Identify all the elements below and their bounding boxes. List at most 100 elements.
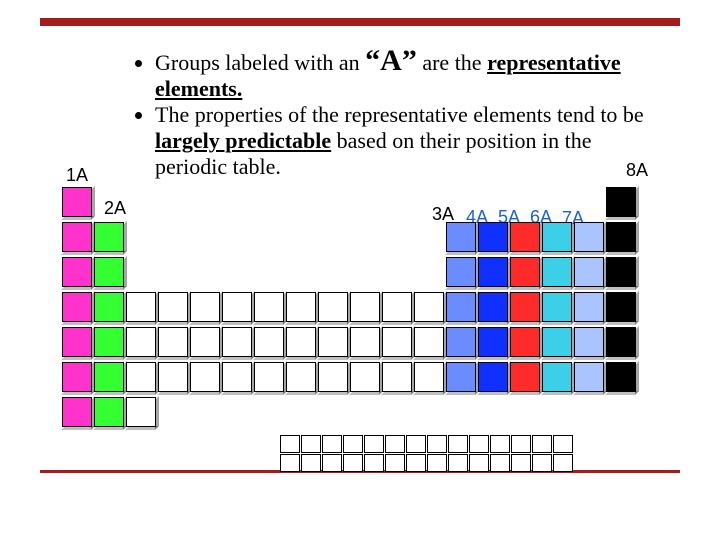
fcell-r1-c8 bbox=[448, 454, 468, 472]
fcell-r1-c10 bbox=[490, 454, 510, 472]
cell-r5-c12 bbox=[446, 362, 476, 392]
cell-r2-c14 bbox=[510, 257, 540, 287]
cell-r4-c14 bbox=[510, 327, 540, 357]
fcell-r1-c2 bbox=[322, 454, 342, 472]
cell-r3-c0 bbox=[62, 292, 92, 322]
fcell-r0-c4 bbox=[364, 435, 384, 453]
cell-r4-c7 bbox=[286, 327, 316, 357]
cell-r3-c9 bbox=[350, 292, 380, 322]
label-2A: 2A bbox=[104, 198, 126, 219]
bullet1-pre: Groups labeled with an bbox=[155, 50, 365, 75]
cell-r2-c15 bbox=[542, 257, 572, 287]
cell-r1-c17 bbox=[606, 222, 636, 252]
fcell-r0-c7 bbox=[427, 435, 447, 453]
cell-r3-c6 bbox=[254, 292, 284, 322]
label-1A: 1A bbox=[66, 165, 88, 186]
cell-r5-c3 bbox=[158, 362, 188, 392]
cell-r1-c1 bbox=[94, 222, 124, 252]
cell-r5-c13 bbox=[478, 362, 508, 392]
cell-r4-c1 bbox=[94, 327, 124, 357]
cell-r3-c11 bbox=[414, 292, 444, 322]
fcell-r0-c8 bbox=[448, 435, 468, 453]
cell-r4-c2 bbox=[126, 327, 156, 357]
cell-r5-c8 bbox=[318, 362, 348, 392]
cell-r2-c12 bbox=[446, 257, 476, 287]
top-accent-bar bbox=[40, 18, 680, 26]
cell-r4-c6 bbox=[254, 327, 284, 357]
fcell-r0-c6 bbox=[406, 435, 426, 453]
fcell-r1-c5 bbox=[385, 454, 405, 472]
cell-r5-c0 bbox=[62, 362, 92, 392]
bullet2-mid: largely predictable bbox=[155, 128, 331, 153]
cell-r5-c6 bbox=[254, 362, 284, 392]
cell-r5-c5 bbox=[222, 362, 252, 392]
bullet1-quote-A: “A” bbox=[365, 44, 417, 77]
cell-r1-c13 bbox=[478, 222, 508, 252]
fcell-r0-c11 bbox=[511, 435, 531, 453]
cell-r3-c1 bbox=[94, 292, 124, 322]
cell-r5-c11 bbox=[414, 362, 444, 392]
bullet-text: Groups labeled with an “A” are the repre… bbox=[135, 48, 665, 180]
cell-r3-c10 bbox=[382, 292, 412, 322]
fcell-r1-c4 bbox=[364, 454, 384, 472]
cell-r5-c7 bbox=[286, 362, 316, 392]
cell-r3-c12 bbox=[446, 292, 476, 322]
cell-r2-c17 bbox=[606, 257, 636, 287]
cell-r1-c12 bbox=[446, 222, 476, 252]
cell-r5-c14 bbox=[510, 362, 540, 392]
fcell-r0-c12 bbox=[532, 435, 552, 453]
cell-r5-c17 bbox=[606, 362, 636, 392]
fcell-r1-c3 bbox=[343, 454, 363, 472]
cell-r3-c15 bbox=[542, 292, 572, 322]
cell-r3-c17 bbox=[606, 292, 636, 322]
cell-r3-c8 bbox=[318, 292, 348, 322]
cell-r5-c1 bbox=[94, 362, 124, 392]
fcell-r1-c6 bbox=[406, 454, 426, 472]
label-8A: 8A bbox=[626, 160, 648, 181]
fcell-r0-c9 bbox=[469, 435, 489, 453]
cell-r4-c3 bbox=[158, 327, 188, 357]
cell-r6-c1 bbox=[94, 397, 124, 427]
cell-r5-c10 bbox=[382, 362, 412, 392]
cell-r2-c1 bbox=[94, 257, 124, 287]
cell-r1-c15 bbox=[542, 222, 572, 252]
cell-r0-c17 bbox=[606, 187, 636, 217]
cell-r6-c0 bbox=[62, 397, 92, 427]
cell-r4-c9 bbox=[350, 327, 380, 357]
fcell-r1-c12 bbox=[532, 454, 552, 472]
cell-r4-c4 bbox=[190, 327, 220, 357]
cell-r4-c12 bbox=[446, 327, 476, 357]
fcell-r1-c7 bbox=[427, 454, 447, 472]
cell-r3-c7 bbox=[286, 292, 316, 322]
cell-r3-c4 bbox=[190, 292, 220, 322]
fcell-r1-c13 bbox=[553, 454, 573, 472]
cell-r5-c2 bbox=[126, 362, 156, 392]
cell-r5-c9 bbox=[350, 362, 380, 392]
fcell-r0-c13 bbox=[553, 435, 573, 453]
cell-r4-c13 bbox=[478, 327, 508, 357]
cell-r1-c14 bbox=[510, 222, 540, 252]
cell-r6-c2 bbox=[126, 397, 156, 427]
fcell-r1-c11 bbox=[511, 454, 531, 472]
cell-r4-c5 bbox=[222, 327, 252, 357]
fcell-r0-c1 bbox=[301, 435, 321, 453]
cell-r4-c8 bbox=[318, 327, 348, 357]
cell-r4-c17 bbox=[606, 327, 636, 357]
fcell-r1-c0 bbox=[280, 454, 300, 472]
cell-r1-c0 bbox=[62, 222, 92, 252]
cell-r3-c14 bbox=[510, 292, 540, 322]
cell-r5-c16 bbox=[574, 362, 604, 392]
cell-r0-c0 bbox=[62, 187, 92, 217]
cell-r3-c3 bbox=[158, 292, 188, 322]
cell-r4-c10 bbox=[382, 327, 412, 357]
cell-r5-c4 bbox=[190, 362, 220, 392]
cell-r4-c11 bbox=[414, 327, 444, 357]
cell-r4-c16 bbox=[574, 327, 604, 357]
cell-r2-c13 bbox=[478, 257, 508, 287]
fcell-r0-c10 bbox=[490, 435, 510, 453]
cell-r2-c16 bbox=[574, 257, 604, 287]
fcell-r0-c5 bbox=[385, 435, 405, 453]
fcell-r0-c2 bbox=[322, 435, 342, 453]
fcell-r1-c1 bbox=[301, 454, 321, 472]
fcell-r0-c0 bbox=[280, 435, 300, 453]
